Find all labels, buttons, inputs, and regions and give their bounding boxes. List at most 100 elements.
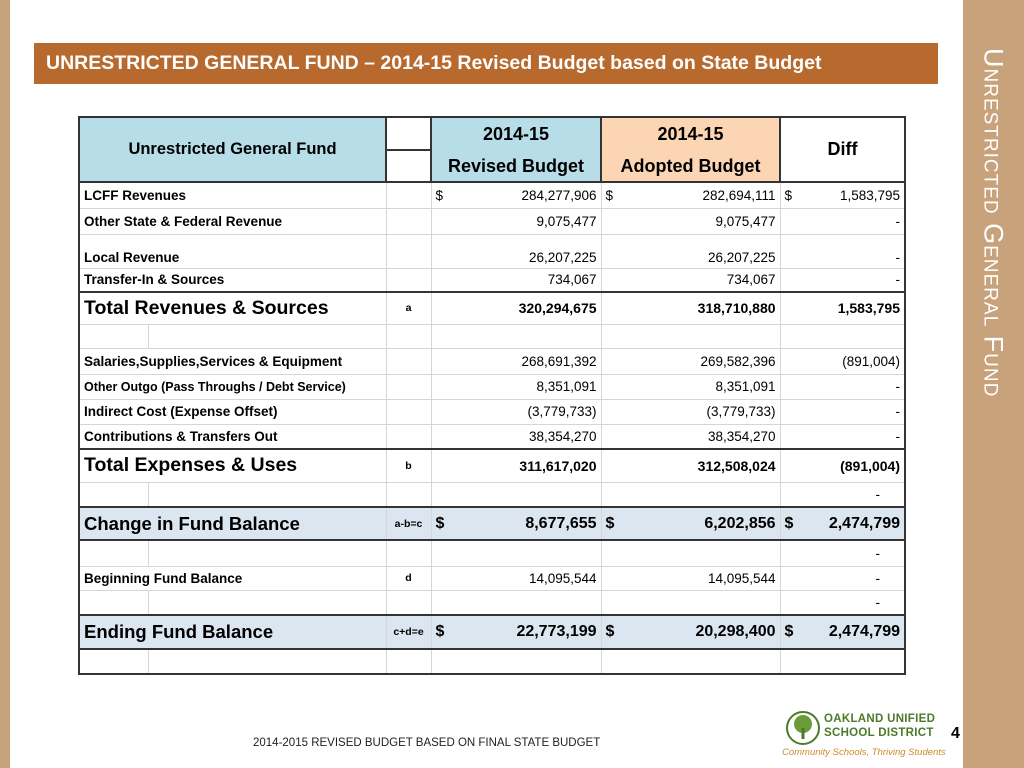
row-ref [385,423,432,450]
row-adopted: 312,508,024 [600,448,781,483]
row-ref [385,267,432,293]
row-ref: a-b=c [385,506,432,541]
blank-cell [78,481,149,508]
table-row: Other Outgo (Pass Throughs / Debt Servic… [77,373,907,400]
revised-value: 284,277,906 [521,187,597,203]
adopted-value: 6,202,856 [704,514,776,532]
table-row: Other State & Federal Revenue 9,075,477 … [77,207,907,235]
row-adopted: $20,298,400 [600,614,781,650]
table-row: - [78,589,907,616]
row-revised: 26,207,225 [430,233,602,269]
row-diff: - [779,539,907,567]
row-adopted: $6,202,856 [600,506,781,541]
table-row: - [78,539,907,567]
row-ref [385,373,432,400]
row-ref [385,347,432,375]
row-diff: - [779,589,907,616]
row-adopted [600,589,781,616]
adopted-value: 282,694,111 [702,187,776,203]
blank-cell [147,589,387,616]
row-diff: $1,583,795 [779,181,907,209]
header-row-1: Unrestricted General Fund 2014-15 2014-1… [77,116,907,183]
blank-cell [78,539,149,567]
blank-cell [78,648,149,675]
row-diff: - [779,423,907,450]
row-ref [385,589,432,616]
side-title-text: Unrestricted General Fund [978,48,1009,398]
header-revised-year: 2014-15 [430,116,603,150]
row-diff: (891,004) [779,448,907,483]
row-adopted: 9,075,477 [600,207,781,235]
blank-cell [385,648,432,675]
blank-cell [385,323,432,349]
diff-value: 1,583,795 [839,187,901,203]
diff-value: 2,474,799 [828,514,901,532]
row-ref: b [385,448,432,483]
row-revised: (3,779,733) [430,398,602,425]
currency-symbol: $ [784,623,794,640]
row-label: Change in Fund Balance [77,506,387,541]
row-ref [385,181,432,209]
currency-symbol: $ [605,623,615,640]
blank-cell [430,648,602,675]
header-diff: Diff [779,116,907,183]
blank-cell [78,323,149,349]
header-adopted-year: 2014-15 [600,116,782,150]
row-adopted: 8,351,091 [600,373,781,400]
currency-symbol: $ [605,514,615,532]
row-revised: 38,354,270 [430,423,602,450]
tree-icon [786,711,820,745]
page-number: 4 [951,725,960,742]
row-label: Transfer-In & Sources [77,267,387,293]
row-label: Ending Fund Balance [77,614,387,650]
row-ref: c+d=e [385,614,432,650]
row-ref [385,539,432,567]
row-revised: $8,677,655 [430,506,602,541]
slide-title: UNRESTRICTED GENERAL FUND – 2014-15 Revi… [34,43,938,84]
row-diff: $2,474,799 [779,506,907,541]
currency-symbol: $ [435,187,444,203]
table-row: Local Revenue 26,207,225 26,207,225 - [77,233,907,269]
table-row: Indirect Cost (Expense Offset) (3,779,73… [77,398,907,425]
row-label: Local Revenue [77,233,387,269]
row-revised: 320,294,675 [430,291,602,325]
row-diff: - [779,481,907,508]
blank-cell [600,648,781,675]
diff-value: 2,474,799 [828,623,901,640]
row-revised: $284,277,906 [430,181,602,209]
row-revised: 14,095,544 [430,565,602,591]
revised-value: 22,773,199 [516,623,597,640]
row-ref [385,207,432,235]
row-revised: 268,691,392 [430,347,602,375]
row-ref [385,481,432,508]
blank-cell [430,323,602,349]
row-label: Total Revenues & Sources [77,291,387,325]
blank-cell [78,589,149,616]
row-adopted: 734,067 [600,267,781,293]
row-label: LCFF Revenues [77,181,387,209]
total-expenses-row: Total Expenses & Uses b 311,617,020 312,… [77,448,907,483]
row-label: Other Outgo (Pass Throughs / Debt Servic… [77,373,387,400]
row-revised: 734,067 [430,267,602,293]
table-row: Salaries,Supplies,Services & Equipment 2… [77,347,907,375]
district-logo: OAKLAND UNIFIED SCHOOL DISTRICT Communit… [782,711,946,761]
table-row: Beginning Fund Balance d 14,095,544 14,0… [77,565,907,591]
row-revised [430,481,602,508]
blank-cell [147,539,387,567]
row-diff: 1,583,795 [779,291,907,325]
blank-cell [600,323,781,349]
row-diff: - [779,398,907,425]
row-diff: - [779,565,907,591]
blank-row [78,323,907,349]
footer-text: 2014-2015 REVISED BUDGET BASED ON FINAL … [253,737,601,749]
blank-cell [147,648,387,675]
table-row: - [78,481,907,508]
table-row: LCFF Revenues $284,277,906 $282,694,111 … [77,181,907,209]
blank-cell [779,648,907,675]
row-adopted: $282,694,111 [600,181,781,209]
budget-table: Unrestricted General Fund 2014-15 2014-1… [77,116,907,675]
row-label: Contributions & Transfers Out [77,423,387,450]
row-diff: - [779,267,907,293]
row-diff: - [779,373,907,400]
row-label: Indirect Cost (Expense Offset) [77,398,387,425]
